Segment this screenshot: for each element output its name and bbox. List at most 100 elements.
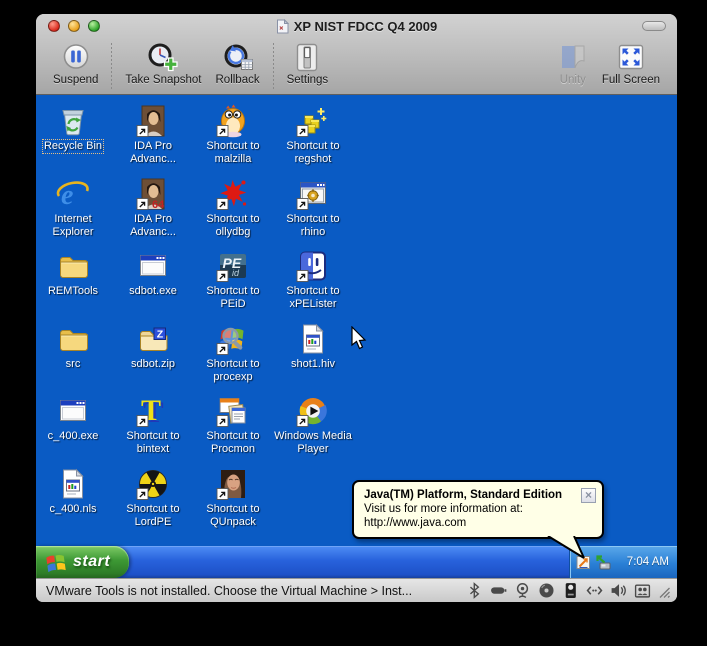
titlebar[interactable]: XP NIST FDCC Q4 2009	[36, 14, 677, 38]
fullscreen-icon	[616, 41, 646, 73]
desktop-icon-ida-pro-advanc[interactable]: IDA Pro Advanc...	[113, 104, 193, 166]
desktop-icon-label: shot1.hiv	[290, 357, 336, 370]
resize-grip-icon[interactable]	[655, 583, 671, 599]
harddisk-icon[interactable]	[562, 582, 579, 599]
desktop-icon-label: Shortcut to procexp	[206, 357, 260, 383]
svg-text:Z: Z	[157, 328, 164, 340]
settings-button[interactable]: Settings	[286, 41, 329, 89]
hiv-doc-icon	[296, 322, 330, 356]
cd-icon[interactable]	[538, 582, 555, 599]
safely-remove-hardware-icon[interactable]	[594, 554, 612, 571]
desktop-icon-shortcut-to-malzilla[interactable]: Shortcut to malzilla	[193, 104, 273, 166]
webcam-icon[interactable]	[514, 582, 531, 599]
desktop-icon-label: REMTools	[47, 285, 99, 297]
start-button[interactable]: start	[36, 546, 129, 578]
suspend-button[interactable]: Suspend	[53, 41, 98, 89]
toolbar-button-label: Rollback	[215, 74, 260, 86]
shared-folder-icon[interactable]	[634, 582, 651, 599]
rollback-button[interactable]: Rollback	[216, 41, 260, 89]
close-icon[interactable]	[581, 488, 596, 503]
tray-clock[interactable]: 7:04 AM	[627, 556, 669, 568]
hiv-doc-icon	[56, 467, 90, 501]
rhino-icon	[296, 177, 330, 211]
desktop-icon-label: Shortcut to LordPE	[126, 502, 180, 528]
procexp-icon	[216, 322, 250, 356]
desktop-icon-label: Shortcut to malzilla	[206, 140, 260, 165]
balloon-link[interactable]: http://www.java.com	[364, 517, 576, 529]
desktop-icon-shortcut-to-rhino[interactable]: Shortcut to rhino	[273, 177, 353, 239]
desktop-icon-ida-pro-advanc[interactable]: 64 IDA Pro Advanc...	[113, 177, 193, 239]
regshot-icon	[296, 104, 330, 138]
app-window-icon	[136, 249, 170, 283]
recycle-bin-icon	[56, 104, 90, 138]
toolbar-button-label: Full Screen	[601, 74, 660, 86]
desktop-icon-internet-explorer[interactable]: e Internet Explorer	[36, 177, 113, 239]
balloon-body: Java(TM) Platform, Standard Edition Visi…	[352, 480, 604, 539]
balloon-tail	[547, 536, 585, 559]
desktop-icon-shortcut-to-bintext[interactable]: T T Shortcut to bintext	[113, 394, 193, 456]
wmplayer-icon	[296, 394, 330, 428]
desktop-icon-label: Windows Media Player	[274, 430, 352, 455]
suspend-icon	[61, 41, 91, 73]
desktop-icon-windows-media-player[interactable]: Windows Media Player	[273, 394, 353, 456]
window-chrome: XP NIST FDCC Q4 2009 Suspend Take Snapsho…	[36, 14, 677, 95]
full-screen-button[interactable]: Full Screen	[602, 41, 660, 86]
guest-screen: Recycle Bin IDA Pro Advanc... Shortcut to …	[36, 95, 677, 578]
desktop-icon-shortcut-to-lordpe[interactable]: Shortcut to LordPE	[113, 467, 193, 529]
desktop-icon-sdbot-exe[interactable]: sdbot.exe	[113, 249, 193, 298]
toolbar-separator	[272, 43, 274, 89]
toolbar: Suspend Take Snapshot Rollback Settings Uni…	[36, 38, 677, 94]
desktop-icon-label: Shortcut to rhino	[286, 212, 340, 238]
desktop-icon-sdbot-zip[interactable]: Zsdbot.zip	[113, 322, 193, 371]
desktop-icon-shortcut-to-ollydbg[interactable]: Shortcut to ollydbg	[193, 177, 273, 239]
document-icon	[276, 18, 289, 34]
unity-button: Unity	[558, 41, 588, 86]
desktop-icon-label: Shortcut to QUnpack	[206, 502, 260, 528]
lordpe-icon	[136, 467, 170, 501]
desktop-icon-label: Shortcut to Procmon	[206, 430, 260, 455]
battery-icon[interactable]	[490, 582, 507, 599]
bluetooth-icon[interactable]	[466, 582, 483, 599]
start-label: start	[73, 553, 111, 570]
desktop-icon-shortcut-to-procexp[interactable]: Shortcut to procexp	[193, 322, 273, 384]
desktop-icon-label: Shortcut to PEiD	[206, 285, 260, 310]
desktop-icon-label: c_400.nls	[49, 502, 97, 515]
procmon-icon	[216, 394, 250, 428]
bintext-icon: TT	[136, 394, 170, 429]
vm-window: XP NIST FDCC Q4 2009 Suspend Take Snapsho…	[36, 14, 677, 602]
settings-icon	[292, 41, 322, 73]
desktop-icon-c-400-nls[interactable]: c_400.nls	[36, 467, 113, 516]
toolbar-button-label: Settings	[286, 74, 329, 86]
windows-flag-icon	[45, 552, 67, 573]
take-snapshot-button[interactable]: Take Snapshot	[125, 41, 202, 89]
statusbar-icons	[466, 582, 651, 599]
desktop-icon-shortcut-to-regshot[interactable]: Shortcut to regshot	[273, 104, 353, 166]
desktop-icon-label: Internet Explorer	[52, 212, 94, 238]
volume-icon[interactable]	[610, 582, 627, 599]
network-icon[interactable]	[586, 582, 603, 599]
balloon-title: Java(TM) Platform, Standard Edition	[364, 489, 563, 501]
desktop-icon-remtools[interactable]: REMTools	[36, 249, 113, 298]
folder-icon	[56, 249, 90, 283]
desktop-icon-c-400-exe[interactable]: c_400.exe	[36, 394, 113, 443]
desktop-icon-shortcut-to-qunpack[interactable]: Shortcut to QUnpack	[193, 467, 273, 529]
desktop-icon-shortcut-to-xpelister[interactable]: Shortcut to xPELister	[273, 249, 353, 311]
toolbar-button-label: Take Snapshot	[125, 74, 202, 86]
toolbar-left-group: Suspend Take Snapshot Rollback Settings	[46, 41, 335, 89]
malzilla-icon	[216, 104, 250, 138]
desktop-icon-shot1-hiv[interactable]: shot1.hiv	[273, 322, 353, 371]
desktop-icon-label: Shortcut to regshot	[286, 140, 340, 165]
desktop-icon-label: sdbot.exe	[129, 285, 177, 297]
desktop-icon-shortcut-to-peid[interactable]: PE id Shortcut to PEiD	[193, 249, 273, 311]
desktop-icon-recycle-bin[interactable]: Recycle Bin	[36, 104, 113, 154]
unity-icon	[558, 41, 588, 73]
toolbar-toggle-button[interactable]	[642, 21, 666, 31]
snapshot-icon	[146, 41, 180, 73]
desktop-icon-src[interactable]: src	[36, 322, 113, 371]
balloon-text: Visit us for more information at:	[364, 503, 523, 515]
ollydbg-icon	[216, 177, 250, 211]
desktop-icon-shortcut-to-procmon[interactable]: Shortcut to Procmon	[193, 394, 273, 456]
svg-text:64: 64	[152, 199, 165, 211]
internet-explorer-icon: e	[56, 177, 90, 211]
toolbar-separator	[111, 43, 113, 89]
